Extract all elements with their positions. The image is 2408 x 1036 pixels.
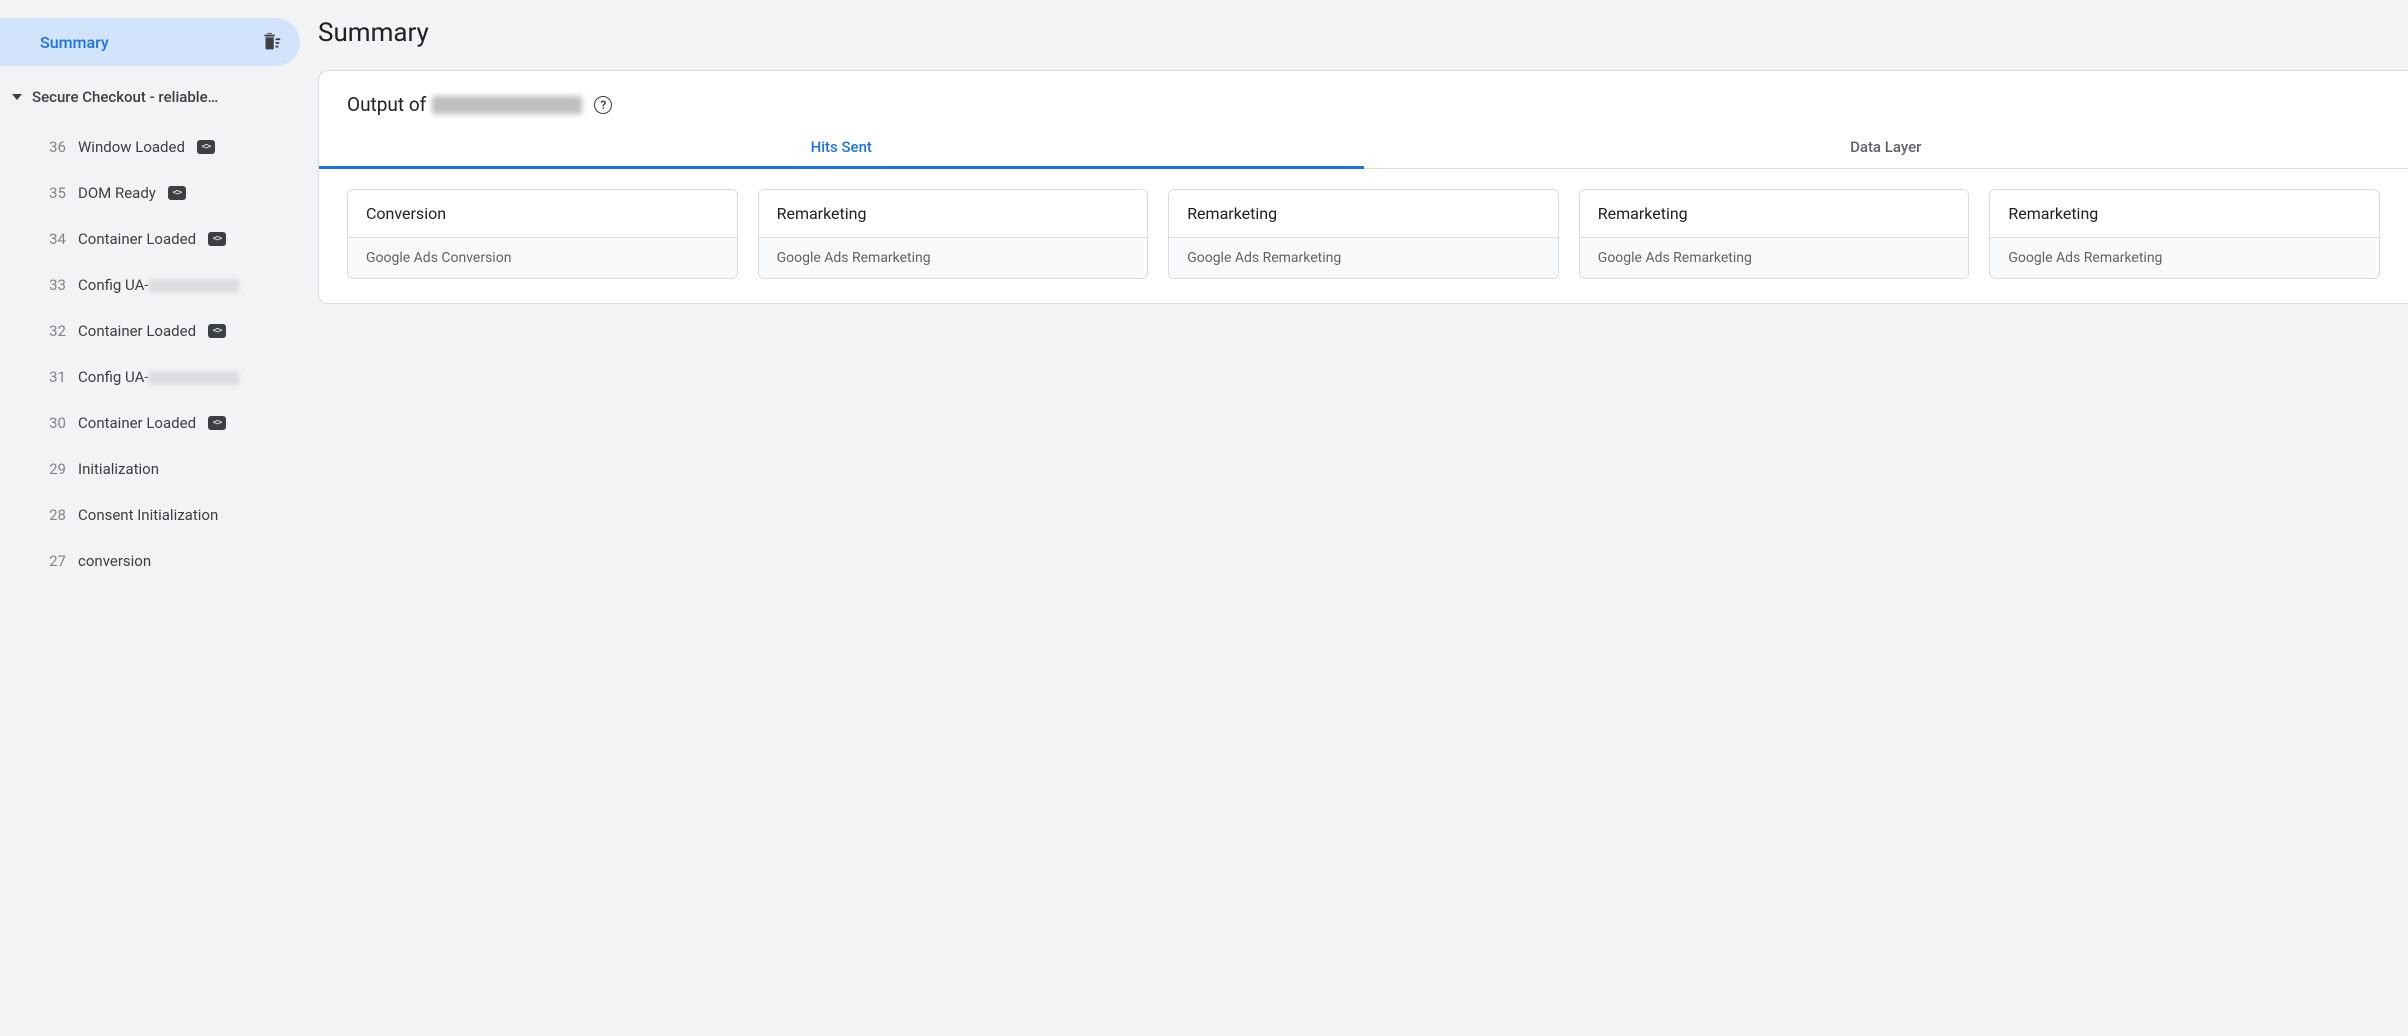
hit-card[interactable]: Remarketing Google Ads Remarketing <box>1989 189 2380 279</box>
event-label-text: Config UA- <box>78 276 149 294</box>
event-label: Window Loaded <box>78 138 185 156</box>
hit-card-title: Remarketing <box>1169 190 1558 237</box>
event-number: 30 <box>46 414 66 432</box>
event-label-text: Config UA- <box>78 368 149 386</box>
event-number: 32 <box>46 322 66 340</box>
event-label: conversion <box>78 552 151 570</box>
api-badge-icon: <> <box>168 186 186 200</box>
sidebar-section-header[interactable]: Secure Checkout - reliable… <box>0 88 300 106</box>
event-item[interactable]: 32 Container Loaded <> <box>0 308 300 354</box>
sidebar-section-title: Secure Checkout - reliable… <box>32 88 218 106</box>
hit-card-title: Remarketing <box>1580 190 1969 237</box>
hit-card-subtitle: Google Ads Remarketing <box>1580 237 1969 278</box>
hit-cards: Conversion Google Ads Conversion Remarke… <box>319 169 2408 279</box>
event-number: 29 <box>46 460 66 478</box>
event-label: Container Loaded <box>78 230 196 248</box>
tabs: Hits Sent Data Layer <box>319 126 2408 169</box>
event-item[interactable]: 28 Consent Initialization <box>0 492 300 538</box>
app-root: Summary Secure Checkout - reliable… 36 W… <box>0 0 2408 675</box>
chevron-down-icon <box>12 94 22 100</box>
event-label: Config UA- <box>78 368 239 386</box>
event-number: 27 <box>46 552 66 570</box>
event-item[interactable]: 34 Container Loaded <> <box>0 216 300 262</box>
api-badge-icon: <> <box>208 232 226 246</box>
event-label: Consent Initialization <box>78 506 218 524</box>
hit-card-subtitle: Google Ads Remarketing <box>1990 237 2379 278</box>
event-item[interactable]: 36 Window Loaded <> <box>0 124 300 170</box>
event-number: 28 <box>46 506 66 524</box>
output-panel: Output of ? Hits Sent Data Layer Convers… <box>318 70 2408 304</box>
event-number: 31 <box>46 368 66 386</box>
tab-hits-sent[interactable]: Hits Sent <box>319 126 1364 168</box>
redacted-text <box>149 279 239 293</box>
event-label: Initialization <box>78 460 159 478</box>
sidebar-item-summary[interactable]: Summary <box>0 18 300 66</box>
event-label: Config UA- <box>78 276 239 294</box>
output-label: Output of <box>347 93 426 116</box>
help-icon[interactable]: ? <box>594 96 612 114</box>
event-label: Container Loaded <box>78 322 196 340</box>
redacted-text <box>432 96 582 114</box>
event-label: DOM Ready <box>78 184 156 202</box>
hit-card-title: Remarketing <box>759 190 1148 237</box>
event-item[interactable]: 30 Container Loaded <> <box>0 400 300 446</box>
event-number: 36 <box>46 138 66 156</box>
api-badge-icon: <> <box>197 140 215 154</box>
hit-card[interactable]: Remarketing Google Ads Remarketing <box>758 189 1149 279</box>
hit-card-title: Conversion <box>348 190 737 237</box>
event-item[interactable]: 29 Initialization <box>0 446 300 492</box>
event-list: 36 Window Loaded <> 35 DOM Ready <> 34 C… <box>0 124 300 584</box>
event-item[interactable]: 31 Config UA- <box>0 354 300 400</box>
tab-data-layer[interactable]: Data Layer <box>1364 126 2408 168</box>
api-badge-icon: <> <box>208 416 226 430</box>
event-number: 33 <box>46 276 66 294</box>
event-number: 35 <box>46 184 66 202</box>
clear-icon[interactable] <box>260 31 282 53</box>
redacted-text <box>149 371 239 385</box>
api-badge-icon: <> <box>208 324 226 338</box>
sidebar-summary-label: Summary <box>40 33 109 52</box>
hit-card-subtitle: Google Ads Conversion <box>348 237 737 278</box>
hit-card[interactable]: Remarketing Google Ads Remarketing <box>1579 189 1970 279</box>
event-item[interactable]: 33 Config UA- <box>0 262 300 308</box>
hit-card-subtitle: Google Ads Remarketing <box>1169 237 1558 278</box>
event-item[interactable]: 27 conversion <box>0 538 300 584</box>
hit-card[interactable]: Remarketing Google Ads Remarketing <box>1168 189 1559 279</box>
event-label: Container Loaded <box>78 414 196 432</box>
event-item[interactable]: 35 DOM Ready <> <box>0 170 300 216</box>
panel-header: Output of ? <box>319 71 2408 126</box>
hit-card[interactable]: Conversion Google Ads Conversion <box>347 189 738 279</box>
sidebar: Summary Secure Checkout - reliable… 36 W… <box>0 0 300 675</box>
hit-card-title: Remarketing <box>1990 190 2379 237</box>
event-number: 34 <box>46 230 66 248</box>
hit-card-subtitle: Google Ads Remarketing <box>759 237 1148 278</box>
page-title: Summary <box>318 18 2408 48</box>
main-content: Summary Output of ? Hits Sent Data Layer… <box>300 0 2408 675</box>
